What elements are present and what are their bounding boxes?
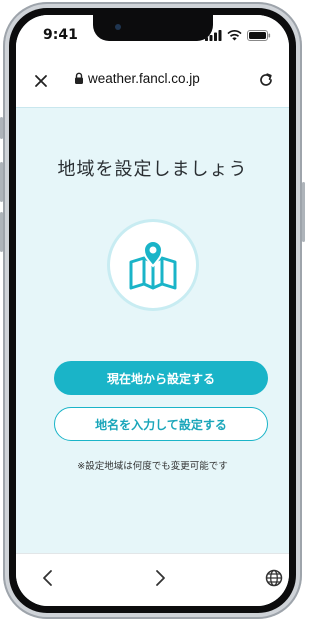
side-button: [0, 162, 3, 202]
map-illustration: [109, 222, 196, 308]
note-text: ※設定地域は何度でも変更可能です: [77, 461, 228, 472]
side-button: [0, 212, 3, 252]
status-icons: [205, 30, 271, 41]
address-field[interactable]: weather.fancl.co.jp: [74, 71, 200, 86]
wifi-icon: [227, 30, 242, 41]
use-current-location-button[interactable]: 現在地から設定する: [54, 361, 268, 395]
phone-bezel: 9:41 weather.fancl.co.jp 地域を設定しましょう 現在地か…: [9, 8, 296, 613]
phone-frame: 9:41 weather.fancl.co.jp 地域を設定しましょう 現在地か…: [0, 2, 305, 619]
status-bar: 9:41: [16, 15, 289, 55]
side-button: [0, 117, 3, 139]
reload-icon[interactable]: [257, 71, 275, 89]
url-text: weather.fancl.co.jp: [88, 71, 200, 86]
page-title: 地域を設定しましょう: [57, 159, 248, 180]
side-button: [302, 182, 305, 242]
close-icon[interactable]: [32, 72, 50, 90]
back-icon[interactable]: [38, 568, 58, 588]
status-time: 9:41: [43, 27, 78, 43]
enter-place-name-button[interactable]: 地名を入力して設定する: [54, 407, 268, 441]
forward-icon[interactable]: [150, 568, 170, 588]
camera: [114, 24, 121, 30]
signal-icon: [205, 30, 222, 41]
browser-bottom-bar: [16, 553, 289, 606]
battery-icon: [247, 30, 271, 41]
lock-icon: [75, 72, 83, 84]
globe-icon[interactable]: [264, 568, 284, 588]
browser-url-bar: weather.fancl.co.jp: [16, 55, 289, 108]
map-pin-icon: [129, 240, 176, 290]
notch: [92, 15, 213, 41]
screen: 9:41 weather.fancl.co.jp 地域を設定しましょう 現在地か…: [16, 15, 289, 606]
